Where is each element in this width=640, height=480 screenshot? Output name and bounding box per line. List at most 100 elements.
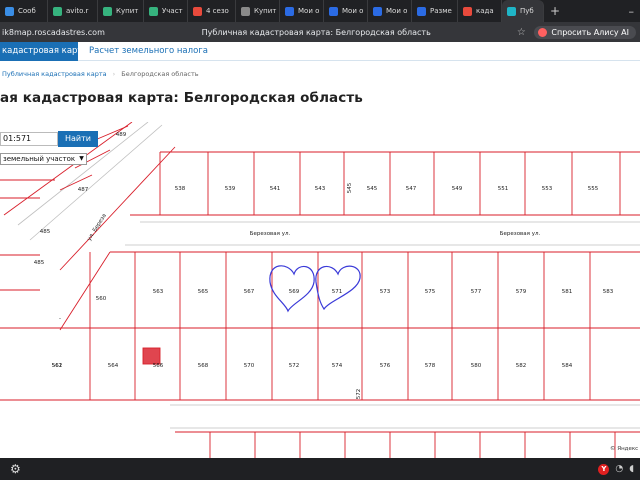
avito-icon	[103, 6, 112, 16]
alice-icon	[538, 27, 548, 37]
browser-tab-label: Мои о	[386, 7, 408, 15]
browser-tab[interactable]: Сооб	[0, 0, 48, 22]
plot-number: 577	[471, 289, 482, 295]
browser-tab[interactable]: Пуб	[502, 0, 544, 22]
browser-tab[interactable]: Участ	[144, 0, 188, 22]
browser-tab-label: Участ	[162, 7, 183, 15]
browser-tab-label: Мои о	[342, 7, 364, 15]
cadastral-number-input[interactable]: 01:571	[0, 132, 58, 146]
yandex-icon	[463, 6, 472, 16]
plot-number: 571	[332, 289, 343, 295]
yandex-tray-icon[interactable]: Y	[598, 463, 610, 475]
plot-number: 539	[225, 186, 236, 192]
browser-tab[interactable]: 4 сезо	[188, 0, 236, 22]
plot-number: 575	[425, 289, 436, 295]
plot-number: 578	[425, 363, 436, 369]
cian-icon	[329, 6, 338, 16]
breadcrumb-separator: ›	[112, 70, 116, 78]
plot-number: 545	[367, 186, 378, 192]
plot-number: 567	[244, 289, 255, 295]
cian-icon	[417, 6, 426, 16]
nav-tab-cadastral-map[interactable]: кадастровая карта	[0, 42, 78, 61]
plot-number: 576	[380, 363, 391, 369]
messages-icon	[5, 6, 14, 16]
highlighted-parcel	[142, 347, 161, 365]
nav-tab-land-tax[interactable]: Расчет земельного налога	[89, 42, 208, 61]
browser-tab[interactable]: Купит	[98, 0, 144, 22]
breadcrumb-current: Белгородская область	[121, 70, 199, 78]
breadcrumb: Публичная кадастровая карта › Белгородская…	[2, 70, 199, 78]
object-type-select[interactable]: земельный участок ▼	[0, 153, 87, 165]
plot-number: 547	[406, 186, 417, 192]
plot-number: 566	[153, 363, 164, 369]
browser-tab-strip: Сооб avito.r Купит Участ 4 сезо Купит Мои о Мои…	[0, 0, 640, 22]
browser-tab-label: када	[476, 7, 494, 15]
plot-number: 563	[153, 289, 164, 295]
volume-icon[interactable]: ◖	[629, 464, 634, 474]
browser-tab[interactable]: avito.r	[48, 0, 98, 22]
page-icon	[241, 6, 250, 16]
plot-number: 580	[471, 363, 482, 369]
settings-gear-icon[interactable]: ⚙	[0, 462, 31, 476]
browser-tab[interactable]: Мои о	[280, 0, 324, 22]
plot-number: 560	[96, 296, 107, 302]
browser-tab-label: Купит	[116, 7, 139, 15]
address-bar: ik8map.roscadastres.com Публичная кадаст…	[0, 22, 640, 42]
browser-tab-label: Купит	[254, 7, 277, 15]
street-name: Березовая ул.	[500, 231, 541, 237]
plot-number: 538	[175, 186, 186, 192]
plot-number: 579	[516, 289, 527, 295]
plot-number: 573	[380, 289, 391, 295]
minimize-icon[interactable]: –	[623, 5, 640, 18]
avito-icon	[53, 6, 62, 16]
heart-annotation	[315, 265, 361, 311]
url-field[interactable]: ik8map.roscadastres.com	[0, 28, 120, 37]
cian-icon	[373, 6, 382, 16]
plot-number: 570	[244, 363, 255, 369]
browser-tab[interactable]: Мои о	[368, 0, 412, 22]
cian-icon	[285, 6, 294, 16]
map-copyright: © Яндекс	[610, 446, 639, 452]
plot-number: 541	[270, 186, 281, 192]
plot-number-vertical: 572	[356, 389, 362, 400]
plot-number: 569	[289, 289, 300, 295]
map-marker: -	[59, 316, 61, 322]
plot-number: 561	[52, 363, 63, 369]
plot-number: 553	[542, 186, 553, 192]
plot-boundary	[59, 251, 111, 331]
map-canvas[interactable]: 538 539 541 543 545 547 549 551 553 555 563 565 567 5…	[0, 122, 640, 458]
site-nav: кадастровая карта Расчет земельного нало…	[0, 42, 640, 61]
browser-tab[interactable]: Разме	[412, 0, 458, 22]
plot-number: 543	[315, 186, 326, 192]
wifi-icon[interactable]: ◔	[615, 464, 623, 474]
plot-number: 582	[516, 363, 527, 369]
avito-icon	[149, 6, 158, 16]
plot-number: 555	[588, 186, 599, 192]
plot-number: 565	[198, 289, 209, 295]
street-name: Березовая ул.	[250, 231, 291, 237]
street-name: ул. Береза	[87, 213, 108, 242]
new-tab-icon[interactable]: +	[544, 4, 566, 18]
browser-tab-label: avito.r	[66, 7, 89, 15]
breadcrumb-link[interactable]: Публичная кадастровая карта	[2, 70, 107, 78]
plot-number: 485	[34, 260, 45, 266]
search-button[interactable]: Найти	[58, 131, 98, 147]
yandex-icon	[193, 6, 202, 16]
plot-number: 584	[562, 363, 573, 369]
taskbar: ⚙ Y ◔ ◖	[0, 458, 640, 480]
chevron-down-icon: ▼	[79, 155, 84, 162]
plot-number: 564	[108, 363, 119, 369]
plot-number: 568	[198, 363, 209, 369]
rosreestr-icon	[507, 6, 516, 16]
plot-number: 489	[116, 132, 127, 138]
browser-tab[interactable]: Мои о	[324, 0, 368, 22]
plot-number-vertical: 545	[347, 182, 353, 193]
browser-tab[interactable]: Купит	[236, 0, 280, 22]
window-title: Публичная кадастровая карта: Белгородска…	[201, 27, 431, 37]
cadastral-map[interactable]: 538 539 541 543 545 547 549 551 553 555 563 565 567 5…	[0, 122, 640, 458]
bookmark-star-icon[interactable]: ☆	[512, 27, 530, 38]
alice-button[interactable]: Спросить Алису AI	[534, 25, 636, 39]
plot-number: 581	[562, 289, 573, 295]
browser-tab-label: Разме	[430, 7, 452, 15]
browser-tab[interactable]: када	[458, 0, 502, 22]
